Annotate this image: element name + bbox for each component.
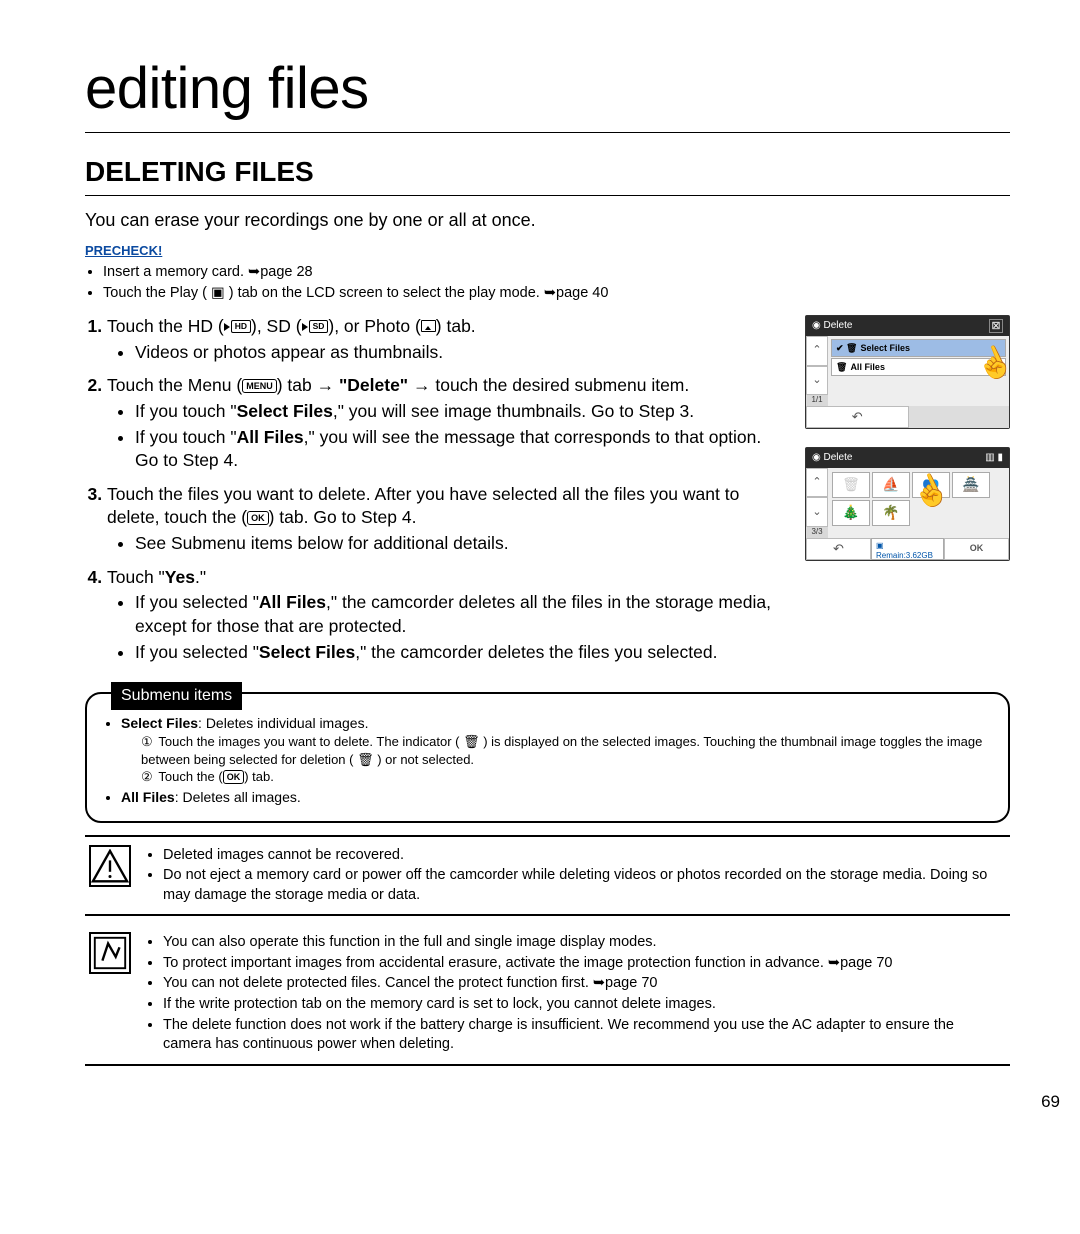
sd-icon: SD <box>309 320 329 333</box>
up-icon: ⌃ <box>806 336 828 366</box>
warning-icon <box>89 845 131 887</box>
step-sub: If you selected "Select Files," the camc… <box>135 641 787 665</box>
step-sub: See Submenu items below for additional d… <box>135 532 787 556</box>
precheck-list: Insert a memory card. ➥page 28 Touch the… <box>85 263 1010 303</box>
steps-list: Touch the HD (HD), SD (SD), or Photo () … <box>85 315 787 664</box>
step-2: Touch the Menu (MENU) tab → "Delete" → t… <box>107 374 787 473</box>
lcd-previews: ◉ Delete ⊠ ⌃ ⌄ 1/1 ✔ 🗑 Select Files 🗑 Al… <box>805 315 1010 579</box>
back-icon: ↶ <box>806 538 871 560</box>
section-title: DELETING FILES <box>85 153 1010 196</box>
precheck-item: Insert a memory card. ➥page 28 <box>103 263 1010 283</box>
remain-label: ▣ Remain:3.62GB <box>871 538 944 560</box>
submenu-all-files: All Files: Deletes all images. <box>121 788 990 807</box>
down-icon: ⌄ <box>806 366 828 396</box>
note-item: You can also operate this function in th… <box>163 933 1006 953</box>
warning-box: Deleted images cannot be recovered. Do n… <box>85 835 1010 917</box>
note-item: To protect important images from acciden… <box>163 954 1006 974</box>
submenu-select-files: Select Files: Deletes individual images.… <box>121 714 990 786</box>
thumbnail: ⛵ <box>872 472 910 498</box>
note-item: You can not delete protected files. Canc… <box>163 974 1006 994</box>
step-4: Touch "Yes." If you selected "All Files,… <box>107 566 787 665</box>
play-icon <box>224 323 230 331</box>
down-icon: ⌄ <box>806 497 828 527</box>
lcd-thumbnails: ◉ Delete ▥ ▮ ⌃ ⌄ 3/3 🗑 ⛵ 👥 🏯 🎄 🌴 <box>805 447 1010 561</box>
page-indicator: 1/1 <box>806 395 828 406</box>
chapter-title: editing files <box>85 50 1010 133</box>
step-sub: If you selected "All Files," the camcord… <box>135 591 787 638</box>
note-icon <box>89 932 131 974</box>
step-sub: If you touch "Select Files," you will se… <box>135 400 787 424</box>
thumbnail: 🏯 <box>952 472 990 498</box>
step-sub: If you touch "All Files," you will see t… <box>135 426 787 473</box>
battery-icon: ▥ ▮ <box>985 451 1003 465</box>
note-item: If the write protection tab on the memor… <box>163 995 1006 1015</box>
warning-item: Deleted images cannot be recovered. <box>163 846 1006 866</box>
precheck-item: Touch the Play ( ▣ ) tab on the LCD scre… <box>103 284 1010 304</box>
photo-icon <box>421 320 436 332</box>
thumbnail: 🎄 <box>832 500 870 526</box>
intro-text: You can erase your recordings one by one… <box>85 208 1010 232</box>
note-item: The delete function does not work if the… <box>163 1016 1006 1055</box>
ok-button: OK <box>944 538 1009 560</box>
step-sub: Videos or photos appear as thumbnails. <box>135 341 787 365</box>
play-icon <box>302 323 308 331</box>
menu-icon: MENU <box>242 379 277 393</box>
thumbnail: 🌴 <box>872 500 910 526</box>
up-icon: ⌃ <box>806 468 828 498</box>
ok-icon: OK <box>247 511 269 525</box>
warning-item: Do not eject a memory card or power off … <box>163 866 1006 905</box>
submenu-title: Submenu items <box>111 682 242 710</box>
thumbnail: 🗑 <box>832 472 870 498</box>
ok-icon: OK <box>223 770 245 784</box>
close-icon: ⊠ <box>989 319 1003 333</box>
precheck-label: PRECHECK! <box>85 242 1010 260</box>
step-1: Touch the HD (HD), SD (SD), or Photo () … <box>107 315 787 364</box>
step-3: Touch the files you want to delete. Afte… <box>107 483 787 556</box>
submenu-box: Submenu items Select Files: Deletes indi… <box>85 692 1010 822</box>
hd-icon: HD <box>231 320 251 333</box>
notes-box: You can also operate this function in th… <box>85 924 1010 1065</box>
page-number: 69 <box>1041 1091 1060 1114</box>
back-icon: ↶ <box>806 406 909 428</box>
lcd-delete-menu: ◉ Delete ⊠ ⌃ ⌄ 1/1 ✔ 🗑 Select Files 🗑 Al… <box>805 315 1010 429</box>
page-indicator: 3/3 <box>806 527 828 538</box>
